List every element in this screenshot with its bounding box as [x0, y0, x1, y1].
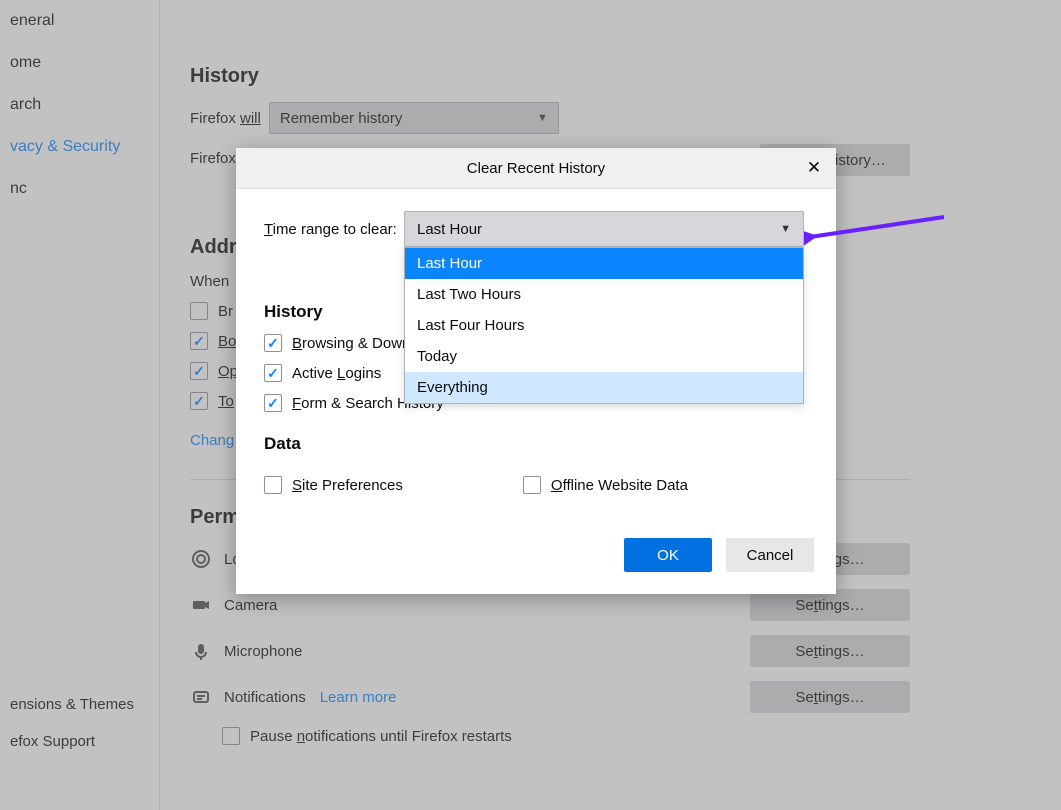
- history-item-label: Browsing & Down: [292, 335, 410, 352]
- cancel-button[interactable]: Cancel: [726, 538, 814, 572]
- clear-history-dialog: Clear Recent History ✕ Time range to cle…: [236, 148, 836, 594]
- time-range-value: Last Hour: [417, 221, 482, 238]
- time-range-option[interactable]: Everything: [405, 372, 803, 403]
- history-item-checkbox[interactable]: [264, 394, 282, 412]
- time-range-option[interactable]: Last Hour: [405, 248, 803, 279]
- time-range-listbox: Last HourLast Two HoursLast Four HoursTo…: [404, 247, 804, 404]
- time-range-option[interactable]: Last Two Hours: [405, 279, 803, 310]
- data-item-checkbox[interactable]: [523, 476, 541, 494]
- data-item-label: Offline Website Data: [551, 477, 688, 494]
- dialog-header: Clear Recent History ✕: [236, 148, 836, 189]
- time-range-option[interactable]: Last Four Hours: [405, 310, 803, 341]
- data-item-label: Site Preferences: [292, 477, 403, 494]
- chevron-down-icon: ▼: [780, 223, 791, 235]
- history-item-label: Active Logins: [292, 365, 381, 382]
- ok-button[interactable]: OK: [624, 538, 712, 572]
- data-item-checkbox[interactable]: [264, 476, 282, 494]
- modal-data-heading: Data: [264, 434, 808, 454]
- close-icon[interactable]: ✕: [802, 156, 826, 180]
- history-item-checkbox[interactable]: [264, 364, 282, 382]
- time-range-option[interactable]: Today: [405, 341, 803, 372]
- dialog-title: Clear Recent History: [467, 160, 605, 177]
- time-range-label: Time range to clear:: [264, 221, 404, 238]
- history-item-checkbox[interactable]: [264, 334, 282, 352]
- time-range-dropdown[interactable]: Last Hour ▼: [404, 211, 804, 247]
